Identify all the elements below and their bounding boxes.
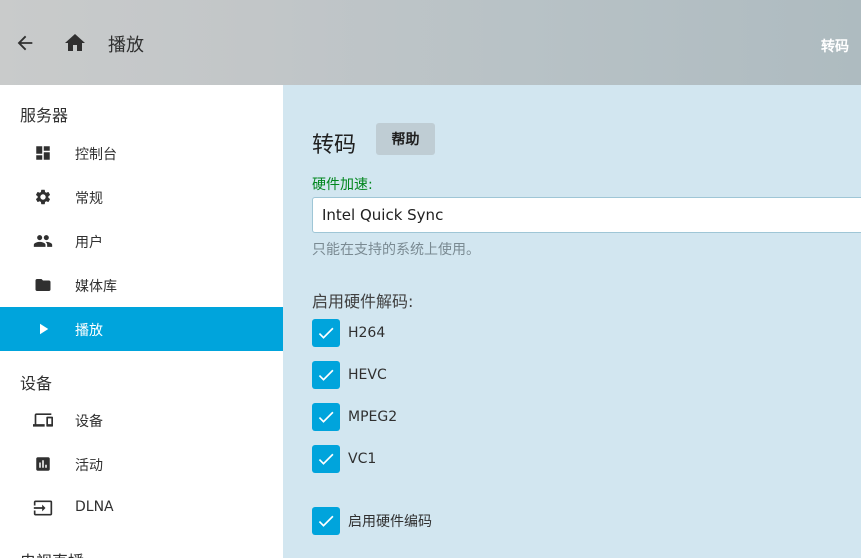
- hw-accel-label: 硬件加速:: [312, 177, 373, 193]
- checkbox-mpeg2[interactable]: MPEG2: [312, 403, 397, 431]
- gear-icon: [33, 187, 53, 207]
- check-icon: [318, 327, 334, 339]
- section-header-live-tv: 电视直播: [20, 548, 84, 558]
- sidebar-item-label: 用户: [75, 235, 103, 251]
- sidebar-item-label: 活动: [75, 458, 103, 474]
- checkbox-h264[interactable]: H264: [312, 319, 385, 347]
- sidebar-item-label: 设备: [75, 414, 103, 430]
- sidebar-item-devices[interactable]: 设备: [0, 398, 283, 442]
- sidebar-item-dlna[interactable]: DLNA: [0, 486, 283, 530]
- checkbox-checked[interactable]: [312, 507, 340, 535]
- section-header-server: 服务器: [20, 106, 69, 125]
- checkbox-checked[interactable]: [312, 403, 340, 431]
- sidebar-item-dashboard[interactable]: 控制台: [0, 131, 283, 175]
- checkbox-label: VC1: [348, 451, 377, 467]
- checkbox-label: H264: [348, 325, 386, 341]
- hw-accel-description: 只能在支持的系统上使用。: [312, 242, 480, 258]
- checkbox-hw-encoding[interactable]: 启用硬件编码: [312, 507, 432, 535]
- checkbox-label: 启用硬件编码: [348, 514, 432, 530]
- check-icon: [318, 453, 334, 465]
- checkbox-vc1[interactable]: VC1: [312, 445, 376, 473]
- sidebar-item-playback[interactable]: 播放: [0, 307, 283, 351]
- sidebar-item-label: 媒体库: [75, 279, 117, 295]
- sidebar-item-label: 控制台: [75, 147, 117, 163]
- arrow-left-icon: [17, 35, 33, 51]
- home-icon: [65, 34, 85, 51]
- people-icon: [33, 231, 53, 251]
- checkbox-checked[interactable]: [312, 361, 340, 389]
- check-icon: [318, 411, 334, 423]
- sidebar-item-label: 常规: [75, 191, 103, 207]
- sidebar-item-activity[interactable]: 活动: [0, 442, 283, 486]
- chart-icon: [33, 454, 53, 474]
- hw-accel-select[interactable]: Intel Quick Sync: [312, 197, 861, 233]
- sidebar-item-label: DLNA: [75, 499, 114, 515]
- devices-icon: [33, 410, 53, 430]
- main-content: 转码 帮助 硬件加速: Intel Quick Sync 只能在支持的系统上使用…: [283, 85, 861, 558]
- sidebar: 服务器 控制台 常规 用户 媒体库 播放 设备 设备 活动 DLNA: [0, 85, 283, 558]
- folder-icon: [33, 275, 53, 295]
- section-header-devices: 设备: [20, 374, 53, 393]
- home-button[interactable]: [61, 29, 89, 57]
- checkbox-checked[interactable]: [312, 319, 340, 347]
- checkbox-hevc[interactable]: HEVC: [312, 361, 387, 389]
- checkbox-label: MPEG2: [348, 409, 398, 425]
- help-button[interactable]: 帮助: [376, 123, 435, 155]
- section-title: 转码: [312, 133, 357, 158]
- app-header: 播放 转码: [0, 0, 861, 85]
- page-title: 播放: [108, 35, 144, 56]
- sidebar-item-users[interactable]: 用户: [0, 219, 283, 263]
- header-right-label: 转码: [821, 39, 849, 55]
- hw-decoding-label: 启用硬件解码:: [312, 292, 414, 311]
- checkbox-checked[interactable]: [312, 445, 340, 473]
- back-button[interactable]: [11, 29, 39, 57]
- play-icon: [33, 319, 53, 339]
- input-icon: [33, 498, 53, 518]
- dashboard-icon: [33, 143, 53, 163]
- sidebar-item-library[interactable]: 媒体库: [0, 263, 283, 307]
- check-icon: [318, 515, 334, 527]
- sidebar-item-label: 播放: [75, 323, 103, 339]
- checkbox-label: HEVC: [348, 367, 387, 383]
- check-icon: [318, 369, 334, 381]
- sidebar-item-general[interactable]: 常规: [0, 175, 283, 219]
